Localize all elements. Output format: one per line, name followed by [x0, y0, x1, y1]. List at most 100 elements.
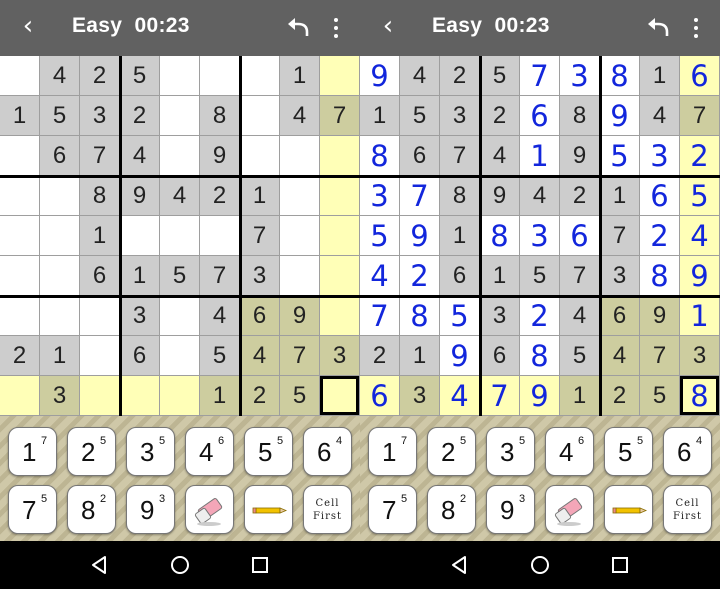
sudoku-cell-r6c6[interactable]: 7 [200, 256, 240, 296]
sudoku-cell-r2c2[interactable]: 5 [40, 96, 80, 136]
sudoku-cell-r8c7[interactable]: 4 [600, 336, 640, 376]
sudoku-cell-r5c5[interactable]: 3 [520, 216, 560, 256]
sudoku-cell-r1c2[interactable]: 4 [400, 56, 440, 96]
sudoku-cell-r7c9[interactable] [320, 296, 360, 336]
sudoku-cell-r6c7[interactable]: 3 [240, 256, 280, 296]
sudoku-cell-r3c2[interactable]: 6 [40, 136, 80, 176]
sudoku-cell-r7c5[interactable]: 2 [520, 296, 560, 336]
sudoku-cell-r3c7[interactable]: 5 [600, 136, 640, 176]
sudoku-cell-r9c4[interactable] [120, 376, 160, 416]
square-recents-icon[interactable] [608, 553, 632, 577]
sudoku-cell-r4c1[interactable]: 3 [360, 176, 400, 216]
sudoku-cell-r5c8[interactable] [280, 216, 320, 256]
sudoku-cell-r2c5[interactable] [160, 96, 200, 136]
sudoku-cell-r4c4[interactable]: 9 [480, 176, 520, 216]
sudoku-cell-r8c9[interactable]: 3 [680, 336, 720, 376]
sudoku-cell-r6c5[interactable]: 5 [160, 256, 200, 296]
sudoku-cell-r7c5[interactable] [160, 296, 200, 336]
sudoku-cell-r8c8[interactable]: 7 [280, 336, 320, 376]
sudoku-cell-r5c5[interactable] [160, 216, 200, 256]
sudoku-cell-r4c4[interactable]: 9 [120, 176, 160, 216]
sudoku-cell-r7c3[interactable]: 5 [440, 296, 480, 336]
sudoku-cell-r9c3[interactable]: 4 [440, 376, 480, 416]
sudoku-cell-r3c8[interactable] [280, 136, 320, 176]
sudoku-cell-r5c8[interactable]: 2 [640, 216, 680, 256]
sudoku-cell-r7c6[interactable]: 4 [560, 296, 600, 336]
sudoku-cell-r6c4[interactable]: 1 [480, 256, 520, 296]
sudoku-cell-r4c8[interactable]: 6 [640, 176, 680, 216]
digit-key-9[interactable]: 93 [486, 485, 535, 534]
sudoku-cell-r5c1[interactable] [0, 216, 40, 256]
sudoku-cell-r7c2[interactable]: 8 [400, 296, 440, 336]
sudoku-cell-r2c1[interactable]: 1 [0, 96, 40, 136]
sudoku-cell-r9c9[interactable]: 8 [680, 376, 720, 416]
sudoku-cell-r8c5[interactable] [160, 336, 200, 376]
sudoku-cell-r7c6[interactable]: 4 [200, 296, 240, 336]
sudoku-cell-r7c7[interactable]: 6 [240, 296, 280, 336]
sudoku-cell-r9c1[interactable] [0, 376, 40, 416]
sudoku-cell-r1c8[interactable]: 1 [280, 56, 320, 96]
sudoku-cell-r8c2[interactable]: 1 [40, 336, 80, 376]
digit-key-8[interactable]: 82 [67, 485, 116, 534]
sudoku-cell-r9c1[interactable]: 6 [360, 376, 400, 416]
sudoku-cell-r7c1[interactable]: 7 [360, 296, 400, 336]
sudoku-cell-r5c2[interactable]: 9 [400, 216, 440, 256]
triangle-back-icon[interactable] [88, 553, 112, 577]
sudoku-cell-r8c4[interactable]: 6 [480, 336, 520, 376]
sudoku-cell-r1c2[interactable]: 4 [40, 56, 80, 96]
sudoku-cell-r9c3[interactable] [80, 376, 120, 416]
sudoku-cell-r6c9[interactable] [320, 256, 360, 296]
sudoku-cell-r1c8[interactable]: 1 [640, 56, 680, 96]
sudoku-cell-r2c8[interactable]: 4 [280, 96, 320, 136]
sudoku-cell-r5c4[interactable]: 8 [480, 216, 520, 256]
sudoku-cell-r6c4[interactable]: 1 [120, 256, 160, 296]
sudoku-cell-r4c6[interactable]: 2 [560, 176, 600, 216]
sudoku-cell-r6c9[interactable]: 9 [680, 256, 720, 296]
sudoku-cell-r1c1[interactable]: 9 [360, 56, 400, 96]
sudoku-cell-r8c7[interactable]: 4 [240, 336, 280, 376]
sudoku-cell-r2c8[interactable]: 4 [640, 96, 680, 136]
sudoku-cell-r4c6[interactable]: 2 [200, 176, 240, 216]
sudoku-cell-r2c7[interactable] [240, 96, 280, 136]
sudoku-cell-r4c1[interactable] [0, 176, 40, 216]
sudoku-cell-r2c1[interactable]: 1 [360, 96, 400, 136]
sudoku-cell-r4c2[interactable]: 7 [400, 176, 440, 216]
sudoku-cell-r6c2[interactable]: 2 [400, 256, 440, 296]
sudoku-cell-r5c3[interactable]: 1 [80, 216, 120, 256]
sudoku-cell-r8c8[interactable]: 7 [640, 336, 680, 376]
digit-key-8[interactable]: 82 [427, 485, 476, 534]
sudoku-cell-r1c9[interactable]: 6 [680, 56, 720, 96]
sudoku-cell-r3c4[interactable]: 4 [480, 136, 520, 176]
sudoku-cell-r9c7[interactable]: 2 [600, 376, 640, 416]
digit-key-4[interactable]: 46 [185, 427, 234, 476]
sudoku-cell-r3c7[interactable] [240, 136, 280, 176]
eraser-button[interactable] [185, 485, 234, 534]
cell-first-toggle[interactable]: Cell First [303, 485, 352, 534]
digit-key-6[interactable]: 64 [663, 427, 712, 476]
sudoku-cell-r2c6[interactable]: 8 [200, 96, 240, 136]
sudoku-cell-r1c5[interactable] [160, 56, 200, 96]
sudoku-cell-r7c8[interactable]: 9 [640, 296, 680, 336]
sudoku-cell-r8c3[interactable] [80, 336, 120, 376]
eraser-button[interactable] [545, 485, 594, 534]
sudoku-cell-r6c2[interactable] [40, 256, 80, 296]
sudoku-cell-r5c4[interactable] [120, 216, 160, 256]
sudoku-cell-r3c3[interactable]: 7 [440, 136, 480, 176]
sudoku-cell-r6c1[interactable]: 4 [360, 256, 400, 296]
sudoku-cell-r1c9[interactable] [320, 56, 360, 96]
sudoku-cell-r4c9[interactable] [320, 176, 360, 216]
digit-key-3[interactable]: 35 [486, 427, 535, 476]
sudoku-cell-r6c8[interactable]: 8 [640, 256, 680, 296]
sudoku-cell-r5c6[interactable]: 6 [560, 216, 600, 256]
sudoku-cell-r2c4[interactable]: 2 [120, 96, 160, 136]
sudoku-cell-r5c7[interactable]: 7 [240, 216, 280, 256]
sudoku-cell-r4c8[interactable] [280, 176, 320, 216]
sudoku-cell-r3c6[interactable]: 9 [560, 136, 600, 176]
sudoku-cell-r9c8[interactable]: 5 [640, 376, 680, 416]
sudoku-cell-r7c9[interactable]: 1 [680, 296, 720, 336]
square-recents-icon[interactable] [248, 553, 272, 577]
sudoku-cell-r4c7[interactable]: 1 [600, 176, 640, 216]
sudoku-cell-r9c6[interactable]: 1 [560, 376, 600, 416]
sudoku-cell-r3c8[interactable]: 3 [640, 136, 680, 176]
sudoku-cell-r7c4[interactable]: 3 [480, 296, 520, 336]
